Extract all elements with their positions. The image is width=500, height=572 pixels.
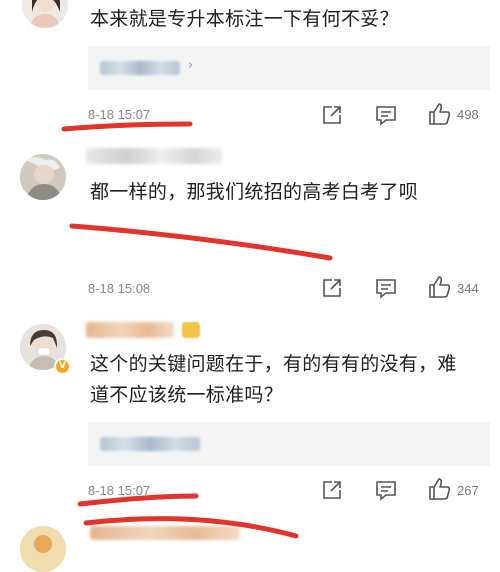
share-icon[interactable]: [321, 277, 343, 299]
reply-preview[interactable]: [88, 422, 490, 466]
emoji-icon: [182, 322, 200, 338]
avatar[interactable]: [20, 526, 66, 572]
reply-preview[interactable]: ›: [88, 46, 490, 90]
share-icon[interactable]: [321, 479, 343, 501]
verified-badge-icon: V: [54, 358, 71, 375]
comment-text-line: 这个的关键问题在于，有的有有的没有，难: [90, 353, 457, 375]
username-blurred[interactable]: [86, 148, 222, 164]
thumbs-up-icon[interactable]: [428, 477, 452, 501]
comment-item: 本来就是专升本标注一下有何不妥？ › 8-18 15:07 498: [0, 0, 500, 140]
username-blurred[interactable]: [86, 322, 174, 338]
comment-text: 都一样的，那我们统招的高考白考了呗: [90, 181, 419, 203]
reply-author-blurred: [100, 437, 200, 451]
comment-text: 本来就是专升本标注一下有何不妥？: [90, 8, 399, 30]
comment-text-line: 道不应该统一标准吗？: [90, 384, 284, 406]
comment-time: 8-18 15:07: [88, 107, 151, 122]
share-icon[interactable]: [321, 104, 343, 126]
comment-icon[interactable]: [375, 104, 397, 126]
reply-author-blurred: [100, 61, 180, 75]
thumbs-up-icon[interactable]: [428, 275, 452, 299]
comment-icon[interactable]: [375, 277, 397, 299]
comment-item: 都一样的，那我们统招的高考白考了呗 8-18 15:08 344: [0, 140, 500, 310]
comment-icon[interactable]: [375, 479, 397, 501]
thumbs-up-icon[interactable]: [428, 102, 452, 126]
like-count: 498: [457, 107, 479, 122]
avatar[interactable]: [22, 0, 68, 28]
comment-time: 8-18 15:08: [88, 281, 151, 296]
comment-item: [0, 520, 500, 572]
comment-item: V 这个的关键问题在于，有的有有的没有，难 道不应该统一标准吗？ 8-18 15…: [0, 310, 500, 520]
like-count: 344: [457, 281, 479, 296]
reply-more-chevron: ›: [188, 58, 194, 73]
avatar[interactable]: [20, 154, 66, 200]
username-blurred[interactable]: [90, 526, 240, 540]
comment-time: 8-18 15:07: [88, 483, 151, 498]
like-count: 267: [457, 483, 479, 498]
